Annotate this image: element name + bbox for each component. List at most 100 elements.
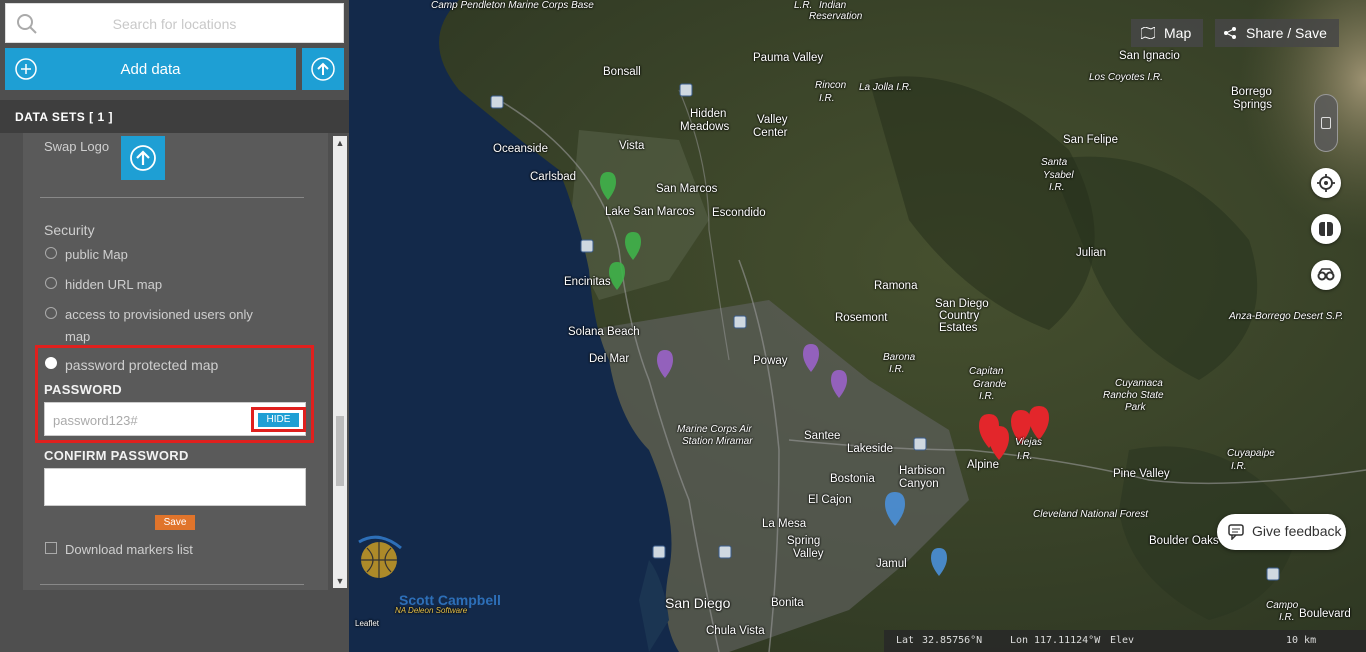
map-view[interactable]: Camp Pendleton Marine Corps Base Indian Re…: [349, 0, 1366, 652]
map-place-label: Spring: [787, 535, 821, 547]
map-place-label: Alpine: [967, 459, 999, 471]
map-place-label: Meadows: [680, 121, 730, 133]
leaflet-attribution[interactable]: Leaflet: [355, 619, 379, 628]
map-place-label: I.R.: [979, 391, 995, 402]
map-place-label: Carlsbad: [530, 171, 577, 183]
coordinates-readout: Lat 32.85756°N Lon 117.11124°W Elev 10 k…: [884, 630, 1366, 652]
map-place-label: Rancho State: [1103, 390, 1164, 401]
map-place-label: Anza-Borrego Desert S.P.: [1229, 311, 1344, 322]
password-value: password123#: [53, 413, 138, 428]
map-place-label: Santa: [1041, 157, 1068, 168]
upload-icon: [130, 145, 156, 171]
datasets-title: DATA SETS [ 1 ]: [15, 110, 113, 124]
locate-button[interactable]: [1311, 168, 1341, 198]
map-place-label: Los Coyotes I.R.: [1089, 72, 1163, 83]
map-place-label: Julian: [1076, 247, 1107, 259]
map-place-label: Ysabel: [1043, 170, 1074, 181]
public-map-radio[interactable]: [45, 247, 57, 259]
scale-label: 10 km: [1286, 635, 1317, 646]
password-label: PASSWORD: [44, 382, 122, 397]
scroll-up-icon[interactable]: ▲: [333, 136, 347, 150]
password-protected-radio[interactable]: [45, 357, 57, 369]
map-place-label: Canyon: [899, 478, 939, 490]
map-icon: [1141, 27, 1155, 39]
logo-subtext: NA Deleon Software: [395, 606, 468, 615]
hidden-url-radio[interactable]: [45, 277, 57, 289]
feedback-label: Give feedback: [1252, 523, 1342, 539]
map-place-label: Hidden: [690, 108, 727, 120]
provisioned-users-radio[interactable]: [45, 307, 57, 319]
map-place-label: San Diego: [935, 298, 989, 310]
map-place-label: Encinitas: [564, 276, 611, 288]
map-place-label: I.R.: [1279, 612, 1295, 623]
map-place-label: Viejas: [1015, 437, 1043, 448]
map-place-label: Rosemont: [835, 312, 888, 324]
map-place-label: Valley: [757, 114, 788, 126]
download-markers-checkbox[interactable]: [45, 542, 57, 554]
map-place-label: Campo: [1266, 600, 1299, 611]
confirm-password-label: CONFIRM PASSWORD: [44, 448, 189, 463]
download-markers-label: Download markers list: [65, 542, 193, 557]
divider: [40, 584, 304, 585]
add-data-label: Add data: [120, 61, 181, 78]
hidden-url-label: hidden URL map: [65, 277, 163, 292]
map-place-label: Pauma Valley: [753, 52, 824, 64]
map-place-label: Boulevard: [1299, 608, 1351, 620]
lon-label: Lon: [1010, 635, 1029, 646]
map-place-label: I.R.: [819, 93, 835, 104]
compare-button[interactable]: [1311, 214, 1341, 244]
map-place-label: Santee: [804, 430, 841, 442]
map-place-label: La Mesa: [762, 518, 807, 530]
hide-label: HIDE: [258, 413, 299, 427]
datasets-header: DATA SETS [ 1 ]: [0, 100, 349, 133]
swap-logo-button[interactable]: [121, 136, 165, 180]
map-place-label: Solana Beach: [568, 326, 640, 338]
upload-button[interactable]: [302, 48, 344, 90]
vr-view-button[interactable]: [1311, 260, 1341, 290]
map-place-label: I.R.: [1017, 451, 1033, 462]
map-style-button[interactable]: Map: [1131, 19, 1203, 47]
search-placeholder: Search for locations: [112, 16, 237, 32]
map-place-label: Cleveland National Forest: [1033, 509, 1149, 520]
map-place-label: Capitan: [969, 366, 1004, 377]
lat-label: Lat: [896, 635, 915, 646]
map-place-label: Ramona: [874, 280, 918, 292]
map-place-label: San Ignacio: [1119, 50, 1180, 62]
left-panel: Search for locations Add data DATA SETS …: [0, 0, 349, 652]
map-place-label: Park: [1125, 402, 1146, 413]
map-place-label: Vista: [619, 140, 645, 152]
map-place-label: Valley: [793, 548, 824, 560]
provisioned-users-label: access to provisioned users only: [65, 307, 253, 322]
hide-password-button[interactable]: HIDE: [251, 407, 306, 432]
search-input[interactable]: Search for locations: [5, 3, 344, 43]
map-place-label: Country: [939, 310, 980, 322]
give-feedback-button[interactable]: Give feedback: [1217, 514, 1346, 550]
map-place-label: Marine Corps Air: [677, 424, 752, 435]
share-save-button[interactable]: Share / Save: [1215, 19, 1339, 47]
chat-icon: [1228, 524, 1244, 540]
confirm-password-input[interactable]: [44, 468, 306, 506]
share-button-label: Share / Save: [1246, 25, 1327, 41]
map-button-label: Map: [1164, 25, 1192, 41]
map-place-label: Reservation: [809, 11, 863, 22]
map-place-label: Estates: [939, 322, 978, 334]
zoom-slider[interactable]: [1314, 94, 1338, 152]
panel-scrollbar[interactable]: ▲ ▼: [333, 136, 347, 588]
save-button[interactable]: Save: [155, 515, 195, 530]
lon-value: 117.11124°W: [1034, 635, 1101, 646]
map-place-label: Chula Vista: [706, 625, 765, 637]
security-label: Security: [44, 222, 95, 238]
scroll-thumb[interactable]: [336, 416, 344, 486]
map-place-label: Cuyapaipe: [1227, 448, 1275, 459]
provisioned-users-label-cont: map: [65, 329, 91, 344]
map-place-label: Bostonia: [830, 473, 875, 485]
map-place-label: Station Miramar: [682, 436, 753, 447]
split-view-icon: [1319, 222, 1333, 236]
add-data-button[interactable]: Add data: [5, 48, 296, 90]
scroll-down-icon[interactable]: ▼: [333, 574, 347, 588]
binoculars-icon: [1317, 268, 1335, 281]
map-place-label: I.R.: [1231, 461, 1247, 472]
map-place-label: San Diego: [665, 595, 731, 611]
zoom-handle[interactable]: [1321, 117, 1331, 129]
map-place-label: Pine Valley: [1113, 468, 1170, 480]
